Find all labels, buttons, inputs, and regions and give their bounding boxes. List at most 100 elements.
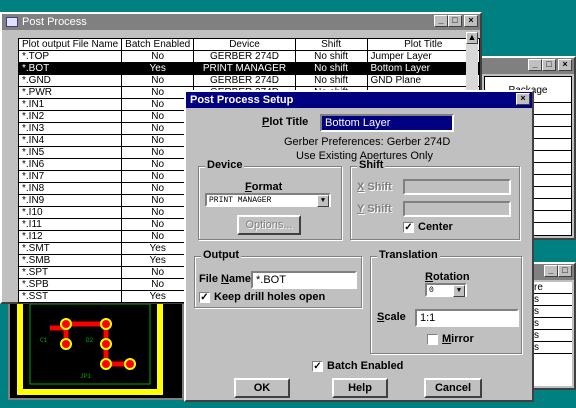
col-header-shift[interactable]: Shift [294, 38, 368, 51]
cell-file-name[interactable]: *.SMB [17, 254, 123, 267]
minimize-icon[interactable]: _ [434, 15, 448, 27]
help-button[interactable]: Help [332, 378, 388, 398]
cell-batch[interactable]: No [121, 134, 195, 147]
col-header-plot-title[interactable]: Plot Title [366, 38, 481, 51]
cell-batch[interactable]: No [121, 278, 195, 291]
x-shift-input[interactable] [403, 179, 511, 195]
cell-file-name[interactable]: *.IN4 [17, 134, 123, 147]
cell-file-name[interactable]: *.IN2 [17, 110, 123, 123]
cell-plot-title[interactable]: Bottom Layer [366, 62, 481, 75]
cell-file-name[interactable]: *.IN6 [17, 158, 123, 171]
cell-file-name[interactable]: *.SST [17, 290, 123, 303]
cell-file-name[interactable]: *.IN9 [17, 194, 123, 207]
cell-batch[interactable]: No [121, 50, 195, 63]
cell-batch[interactable]: No [121, 194, 195, 207]
cell-batch[interactable]: No [121, 218, 195, 231]
format-value: PRINT MANAGER [209, 196, 272, 205]
cell-shift[interactable]: No shift [294, 50, 368, 63]
cell-file-name[interactable]: *.IN8 [17, 182, 123, 195]
col-header-device[interactable]: Device [193, 38, 296, 51]
cell-shift[interactable]: No shift [294, 74, 368, 87]
close-icon[interactable]: × [464, 15, 478, 27]
plot-title-input[interactable]: Bottom Layer [320, 114, 454, 132]
cell-batch[interactable]: Yes [121, 242, 195, 255]
cell-file-name[interactable]: *.SPT [17, 266, 123, 279]
cell-file-name[interactable]: *.BOT [17, 62, 123, 75]
cell-plot-title[interactable]: GND Plane [366, 74, 481, 87]
cancel-button[interactable]: Cancel [424, 378, 482, 398]
options-button[interactable]: Options... [237, 215, 301, 235]
package-window-titlebar[interactable]: _ □ × [482, 58, 574, 74]
cell-batch[interactable]: No [121, 122, 195, 135]
cell-file-name[interactable]: *.IN1 [17, 98, 123, 111]
cell-batch[interactable]: No [121, 74, 195, 87]
chevron-down-icon[interactable]: ▼ [453, 285, 465, 297]
cell-device[interactable]: PRINT MANAGER [193, 62, 296, 75]
mirror-check-icon [427, 333, 438, 345]
center-checkbox[interactable]: ✓ Center [403, 221, 453, 233]
cell-batch[interactable]: Yes [121, 290, 195, 303]
cell-file-name[interactable]: *.PWR [17, 86, 123, 99]
cell-file-name[interactable]: *.I12 [17, 230, 123, 243]
translation-group: Translation Rotation 0 ▼ Scale 1:1 Mirro… [370, 249, 522, 354]
file-name-input[interactable]: *.BOT [251, 271, 357, 289]
cell-batch[interactable]: Yes [121, 254, 195, 267]
batch-enabled-checkbox[interactable]: ✓ Batch Enabled [312, 360, 403, 372]
center-check-icon: ✓ [403, 221, 414, 233]
cell-batch[interactable]: No [121, 110, 195, 123]
maximize-icon[interactable]: □ [542, 59, 556, 71]
maximize-icon[interactable]: □ [558, 265, 572, 277]
col-header-file-name[interactable]: Plot output File Name [17, 38, 123, 51]
cell-batch[interactable]: No [121, 86, 195, 99]
cell-plot-title[interactable]: Jumper Layer [366, 50, 481, 63]
scroll-up-icon[interactable]: ▲ [466, 32, 478, 44]
cell-batch[interactable]: No [121, 170, 195, 183]
close-icon[interactable]: × [516, 93, 530, 105]
cell-file-name[interactable]: *.TOP [17, 50, 123, 63]
table-row[interactable]: *.GND No GERBER 274D No shift GND Plane [17, 74, 481, 87]
cell-file-name[interactable]: *.I10 [17, 206, 123, 219]
maximize-icon[interactable]: □ [448, 15, 462, 27]
cell-batch[interactable]: No [121, 266, 195, 279]
cell-device[interactable]: GERBER 274D [193, 74, 296, 87]
close-icon[interactable]: × [558, 59, 572, 71]
bg2-cell: s [532, 318, 572, 330]
col-header-batch[interactable]: Batch Enabled [121, 38, 195, 51]
setup-dialog-titlebar[interactable]: Post Process Setup × [186, 92, 532, 108]
minimize-icon[interactable]: _ [528, 59, 542, 71]
cell-batch[interactable]: No [121, 182, 195, 195]
cell-file-name[interactable]: *.GND [17, 74, 123, 87]
output-group: Output File Name *.BOT ✓ Keep drill holes… [194, 249, 362, 308]
cell-batch[interactable]: No [121, 146, 195, 159]
cell-batch[interactable]: No [121, 230, 195, 243]
bg-window-2-controls: _ □ [544, 265, 572, 277]
chevron-down-icon[interactable]: ▼ [317, 195, 329, 207]
cell-file-name[interactable]: *.IN3 [17, 122, 123, 135]
keep-drill-checkbox[interactable]: ✓ Keep drill holes open [199, 291, 325, 303]
file-name-value: *.BOT [256, 274, 286, 286]
table-row[interactable]: *.BOT Yes PRINT MANAGER No shift Bottom Laye… [17, 62, 481, 75]
cell-file-name[interactable]: *.IN7 [17, 170, 123, 183]
rotation-select[interactable]: 0 ▼ [425, 283, 467, 297]
mirror-checkbox[interactable]: Mirror [427, 333, 474, 345]
scale-input[interactable]: 1:1 [415, 309, 519, 327]
cell-batch[interactable]: No [121, 206, 195, 219]
y-shift-input[interactable] [403, 201, 511, 217]
bg-window-2-titlebar[interactable]: _ □ [530, 264, 574, 280]
minimize-icon[interactable]: _ [544, 265, 558, 277]
cell-file-name[interactable]: *.SMT [17, 242, 123, 255]
table-row[interactable]: *.TOP No GERBER 274D No shift Jumper Layer [17, 50, 481, 63]
cell-file-name[interactable]: *.I11 [17, 218, 123, 231]
post-process-window-controls: _ □ × [434, 15, 478, 27]
cell-shift[interactable]: No shift [294, 62, 368, 75]
cell-batch[interactable]: No [121, 158, 195, 171]
cell-batch[interactable]: Yes [121, 62, 195, 75]
cell-file-name[interactable]: *.SPB [17, 278, 123, 291]
cell-device[interactable]: GERBER 274D [193, 50, 296, 63]
format-select[interactable]: PRINT MANAGER ▼ [205, 193, 331, 207]
cell-batch[interactable]: No [121, 98, 195, 111]
cell-file-name[interactable]: *.IN5 [17, 146, 123, 159]
ok-button[interactable]: OK [234, 378, 290, 398]
post-process-titlebar[interactable]: Post Process _ □ × [2, 14, 480, 30]
pcb-view[interactable]: C1 D2 JP1 [8, 296, 184, 400]
